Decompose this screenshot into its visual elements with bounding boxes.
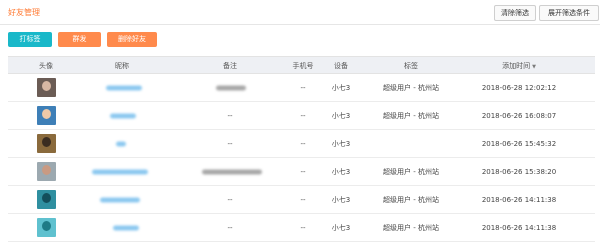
expand-filter-button[interactable]: 展开筛选条件 [539,5,599,21]
avatar [37,134,56,153]
tags-cell: 超级用户 - 杭州站 [383,111,439,120]
column-header-remark[interactable]: 备注 [223,61,237,71]
phone-cell: -- [300,195,306,204]
avatar [37,190,56,209]
phone-cell: -- [300,83,306,92]
remark-cell: -- [227,223,233,232]
table-row[interactable]: -- -- 小七3 超级用户 - 杭州站 2018-06-26 14:11:38 [8,214,595,242]
phone-cell: -- [300,111,306,120]
added-time-cell: 2018-06-26 15:45:32 [481,139,557,148]
tags-cell: 超级用户 - 杭州站 [383,83,439,92]
device-cell: 小七3 [331,83,351,92]
device-cell: 小七3 [331,139,351,148]
table-row[interactable]: -- -- 小七3 超级用户 - 杭州站 2018-06-26 16:08:07 [8,102,595,130]
tags-cell: 超级用户 - 杭州站 [383,223,439,232]
avatar [37,78,56,97]
device-cell: 小七3 [331,111,351,120]
added-time-cell: 2018-06-26 14:11:38 [481,195,557,204]
column-header-device[interactable]: 设备 [334,61,348,71]
column-header-nickname[interactable]: 昵称 [115,61,129,71]
clear-filter-button[interactable]: 清除筛选 [494,5,536,21]
avatar [37,218,56,237]
group-send-button[interactable]: 群发 [58,32,101,47]
remark-cell: -- [227,195,233,204]
nickname-link[interactable] [113,225,139,230]
device-cell: 小七3 [331,167,351,176]
added-time-cell: 2018-06-26 16:08:07 [481,111,557,120]
table-row[interactable]: -- -- 小七3 2018-06-26 15:45:32 [8,130,595,158]
added-time-cell: 2018-06-26 15:38:20 [481,167,557,176]
added-time-cell: 2018-06-26 14:11:38 [481,223,557,232]
nickname-link[interactable] [116,141,126,146]
remark-text [202,169,262,174]
device-cell: 小七3 [331,223,351,232]
nickname-link[interactable] [92,169,148,174]
column-header-avatar: 头像 [39,62,53,70]
tags-cell: 超级用户 - 杭州站 [383,195,439,204]
column-header-added-time[interactable]: 添加时间 ▼ [502,61,536,71]
remark-cell: -- [227,139,233,148]
delete-friend-button[interactable]: 删除好友 [107,32,157,47]
page-title: 好友管理 [8,8,40,17]
phone-cell: -- [300,167,306,176]
table-row[interactable]: -- 小七3 超级用户 - 杭州站 2018-06-28 12:02:12 [8,74,595,102]
nickname-link[interactable] [106,85,142,90]
tags-cell: 超级用户 - 杭州站 [383,167,439,176]
nickname-link[interactable] [100,197,140,202]
table-header: 头像 昵称 备注 手机号 设备 标签 添加时间 ▼ [8,56,595,74]
remark-cell: -- [227,111,233,120]
column-header-tags[interactable]: 标签 [404,61,418,71]
sort-desc-icon[interactable]: ▼ [532,64,536,70]
column-header-phone[interactable]: 手机号 [293,61,314,71]
device-cell: 小七3 [331,195,351,204]
added-time-label: 添加时间 [502,62,531,70]
table-row[interactable]: -- 小七3 超级用户 - 杭州站 2018-06-26 15:38:20 [8,158,595,186]
title-bar: 好友管理 清除筛选 展开筛选条件 [0,0,600,25]
remark-text [216,85,246,90]
table-row[interactable]: -- -- 小七3 超级用户 - 杭州站 2018-06-26 14:11:38 [8,186,595,214]
phone-cell: -- [300,139,306,148]
added-time-cell: 2018-06-28 12:02:12 [481,83,557,92]
tag-button[interactable]: 打标签 [8,32,52,47]
avatar [37,162,56,181]
phone-cell: -- [300,223,306,232]
nickname-link[interactable] [110,113,136,118]
avatar [37,106,56,125]
